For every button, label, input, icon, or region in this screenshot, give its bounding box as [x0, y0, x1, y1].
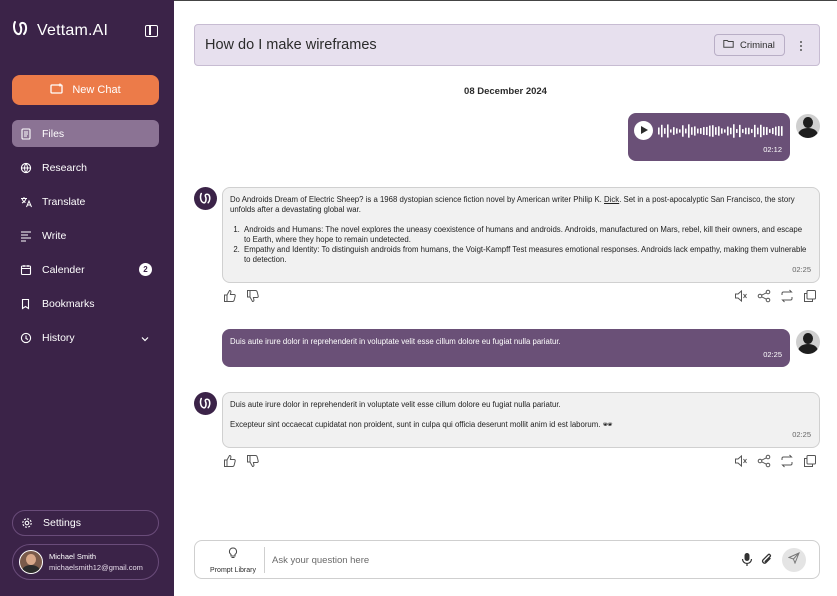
message-text: Duis aute irure dolor in reprehenderit i… [230, 400, 561, 409]
sidebar-item-label: Translate [42, 195, 86, 208]
sidebar-item-label: Files [42, 127, 65, 140]
chat-header: How do I make wireframes Criminal [194, 24, 820, 66]
user-message: Duis aute irure dolor in reprehenderit i… [222, 329, 790, 367]
thumbs-down-icon[interactable] [246, 454, 260, 468]
copy-icon[interactable] [803, 454, 817, 468]
translate-icon [20, 196, 32, 208]
message-time: 02:25 [792, 429, 811, 439]
new-chat-icon [50, 83, 64, 98]
message-time: 02:25 [763, 350, 782, 359]
voice-message: 02:12 [628, 113, 790, 161]
copy-icon[interactable] [803, 289, 817, 303]
bot-avatar [194, 392, 217, 415]
sidebar-item-calender[interactable]: Calender 2 [12, 256, 159, 283]
message-actions [222, 454, 820, 470]
chat-area: How do I make wireframes Criminal 08 Dec… [174, 0, 837, 596]
voice-duration: 02:12 [763, 145, 782, 154]
message-list: Androids and Humans: The novel explores … [230, 225, 809, 266]
regenerate-icon[interactable] [780, 454, 794, 468]
prompt-library-button[interactable]: Prompt Library [205, 546, 261, 576]
globe-icon [20, 162, 32, 174]
regenerate-icon[interactable] [780, 289, 794, 303]
thumbs-down-icon[interactable] [246, 289, 260, 303]
new-chat-button[interactable]: New Chat [12, 75, 159, 105]
message-time: 02:25 [792, 264, 811, 274]
divider [264, 547, 265, 573]
sidebar-item-translate[interactable]: Translate [12, 188, 159, 215]
settings-label: Settings [43, 517, 81, 529]
sidebar-item-history[interactable]: History [12, 324, 159, 351]
avatar [19, 550, 43, 574]
sidebar-nav: Files Research Translate Write Calender … [12, 120, 159, 358]
inline-link[interactable]: Dick [604, 195, 619, 204]
more-options-icon[interactable] [797, 37, 805, 55]
bot-message: Do Androids Dream of Electric Sheep? is … [222, 187, 820, 283]
brand-name: Vettam.AI [37, 22, 109, 39]
case-tag-button[interactable]: Criminal [714, 34, 785, 56]
bot-message: Duis aute irure dolor in reprehenderit i… [222, 392, 820, 448]
new-chat-label: New Chat [72, 84, 121, 96]
composer: Prompt Library [194, 540, 820, 579]
play-icon[interactable] [634, 121, 653, 140]
sidebar-item-files[interactable]: Files [12, 120, 159, 147]
sidebar-item-label: Bookmarks [42, 297, 95, 310]
sidebar-item-label: Research [42, 161, 87, 174]
profile-name: Michael Smith [49, 552, 97, 561]
sidebar-item-label: Calender [42, 263, 85, 276]
calendar-count-badge: 2 [139, 263, 152, 276]
share-icon[interactable] [757, 289, 771, 303]
history-icon [20, 332, 32, 344]
speaker-icon[interactable] [734, 289, 748, 303]
sidebar: Vettam.AI New Chat Files Research Transl… [0, 0, 174, 596]
list-item: Empathy and Identity: To distinguish and… [242, 245, 809, 266]
folder-icon [723, 39, 734, 51]
message-text: Excepteur sint occaecat cupidatat non pr… [230, 420, 613, 430]
brand[interactable]: Vettam.AI [12, 20, 108, 42]
gear-icon [21, 517, 33, 529]
page-title: How do I make wireframes [205, 37, 377, 53]
speaker-icon[interactable] [734, 454, 748, 468]
write-icon [20, 230, 32, 242]
profile-email: michaelsmith12@gmail.com [49, 563, 143, 572]
send-button[interactable] [782, 548, 806, 572]
attachment-icon[interactable] [761, 552, 773, 572]
lightbulb-icon [228, 546, 238, 564]
message-text: Duis aute irure dolor in reprehenderit i… [230, 337, 561, 346]
sidebar-item-research[interactable]: Research [12, 154, 159, 181]
message-actions [222, 289, 820, 305]
sidebar-toggle-icon[interactable] [145, 25, 158, 37]
sidebar-item-bookmarks[interactable]: Bookmarks [12, 290, 159, 317]
sidebar-item-label: Write [42, 229, 67, 242]
user-avatar [796, 114, 820, 138]
settings-button[interactable]: Settings [12, 510, 159, 536]
sidebar-item-label: History [42, 331, 75, 344]
waveform [658, 124, 783, 138]
chevron-down-icon[interactable] [141, 333, 149, 345]
date-divider: 08 December 2024 [464, 86, 547, 97]
send-icon [787, 551, 800, 569]
vettam-logo-icon [12, 20, 29, 42]
prompt-library-label: Prompt Library [210, 567, 256, 574]
share-icon[interactable] [757, 454, 771, 468]
microphone-icon[interactable] [741, 552, 753, 572]
question-input[interactable] [272, 551, 712, 569]
thumbs-up-icon[interactable] [223, 289, 237, 303]
thumbs-up-icon[interactable] [223, 454, 237, 468]
sidebar-item-write[interactable]: Write [12, 222, 159, 249]
case-tag-label: Criminal [740, 39, 775, 51]
list-item: Androids and Humans: The novel explores … [242, 225, 809, 246]
user-avatar [796, 330, 820, 354]
user-profile[interactable]: Michael Smith michaelsmith12@gmail.com [12, 544, 159, 580]
bot-avatar [194, 187, 217, 210]
files-icon [20, 127, 32, 140]
bookmark-icon [20, 298, 32, 310]
message-text: Do Androids Dream of Electric Sheep? is … [230, 195, 795, 215]
calendar-icon [20, 264, 32, 276]
